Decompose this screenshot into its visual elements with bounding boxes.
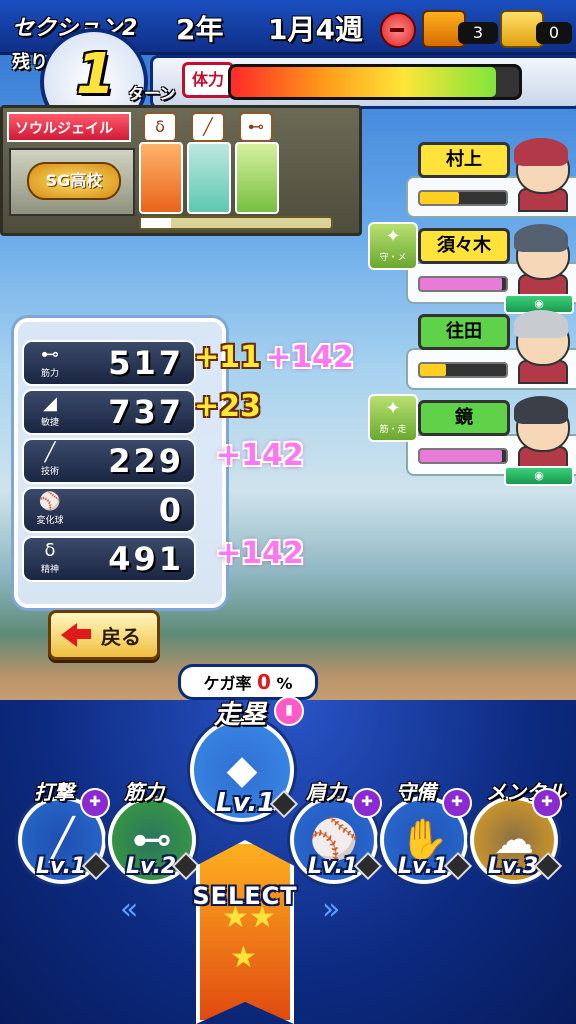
school-emblem: SG高校 [9,148,135,216]
shoe-icon: ◢ 敏捷 [40,393,59,428]
training-name: 打撃 [34,780,74,804]
injury-value: 0 [257,670,271,694]
character-portrait[interactable] [508,220,572,298]
stat-row-technique: ╱ 技術 229 [22,438,196,484]
dumbbell-icon: ⊷ 筋力 [40,344,59,379]
training-name: 筋力 [124,780,164,804]
year-label: 2年 [176,13,224,46]
back-label: 戻る [101,625,141,649]
chevron-right-icon: » [322,892,341,927]
skill-hint-icon[interactable]: ✦ 筋・走 [368,394,418,442]
motivation-gauge [418,448,508,464]
hp-label: 体力 [182,62,234,98]
support-card-3[interactable] [235,142,279,214]
stat-value: 0 [158,491,184,529]
stat-bonus: +23 [194,389,261,424]
character-name[interactable]: 鏡 [418,400,510,436]
turns-left-value: 1 [76,42,115,107]
skill-hint-icon[interactable]: ✦ 守・メ [368,222,418,270]
mental-icon: δ [143,112,177,142]
stat-value: 737 [108,393,184,431]
support-card-2[interactable] [187,142,231,214]
baseball-icon: ⚾ 変化球 [36,491,64,526]
target-badge-icon: ✚ [80,788,110,818]
star-icon: ★ [230,940,257,975]
week-label: 1月4週 [268,13,363,46]
mood-bad-icon [380,12,416,48]
remaining-label: 残り [12,52,48,73]
red-chest-count: 3 [458,22,498,44]
bat-icon: ╱ 技術 [40,442,59,477]
training-level: Lv.1 [36,854,87,879]
stat-bonus: +142 [216,438,304,473]
chevron-left-icon: « [120,892,139,927]
target-badge-icon: ✚ [352,788,382,818]
injury-label: ケガ率 [203,674,252,693]
target-badge-icon: ✚ [442,788,472,818]
target-badge-icon: ✚ [532,788,562,818]
stat-bonus: +11 [194,340,261,375]
mental-icon: δ 精神 [40,540,59,575]
hp-gauge-fill [231,67,496,97]
stat-value: 491 [108,540,184,578]
stat-row-spirit: δ 精神 491 [22,536,196,582]
injury-unit: % [276,674,293,693]
training-level: Lv.1 [308,854,359,879]
turn-unit: ターン [128,84,176,103]
motivation-gauge [418,276,508,292]
school-name: SG高校 [27,162,121,200]
school-progress [139,216,333,230]
character-portrait[interactable] [508,306,572,384]
character-portrait[interactable] [508,134,572,212]
skill-hint-label: 筋・走 [379,425,407,435]
training-name: 守備 [396,780,436,804]
school-type-label: ソウルジェイル [7,112,131,142]
stat-bonus: +142 [216,536,304,571]
character-portrait[interactable] [508,392,572,470]
motivation-gauge [418,190,508,206]
hp-gauge [228,64,522,100]
gold-chest-count: 0 [536,22,572,44]
training-level: Lv.2 [126,854,177,879]
stat-row-agility: ◢ 敏捷 737 [22,389,196,435]
skill-hint-label: 守・メ [379,253,407,263]
training-level: Lv.1 [216,788,276,818]
training-level: Lv.3 [488,854,539,879]
card-badge-icon: ▮ [274,696,304,726]
support-card-1[interactable] [139,142,183,214]
back-button[interactable]: 戻る [48,610,160,660]
motivation-gauge [418,362,508,378]
select-ribbon[interactable]: ★★ ★ [196,840,294,1024]
stat-bonus: +142 [266,340,354,375]
select-label[interactable]: SELECT [170,882,320,910]
stat-row-breaking-ball: ⚾ 変化球 0 [22,487,196,533]
stat-value: 517 [108,344,184,382]
eye-icon: ◉ [504,466,574,486]
character-name[interactable]: 須々木 [418,228,510,264]
dumbbell-icon: ⊷ [239,112,273,142]
bat-icon: ╱ [191,112,225,142]
character-name[interactable]: 往田 [418,314,510,350]
stat-value: 229 [108,442,184,480]
character-name[interactable]: 村上 [418,142,510,178]
training-name: 肩力 [306,780,346,804]
stat-row-strength: ⊷ 筋力 517 [22,340,196,386]
training-level: Lv.1 [398,854,449,879]
training-name: 走塁 [214,700,267,730]
school-panel[interactable]: ソウルジェイル SG高校 δ ╱ ⊷ [0,105,362,236]
